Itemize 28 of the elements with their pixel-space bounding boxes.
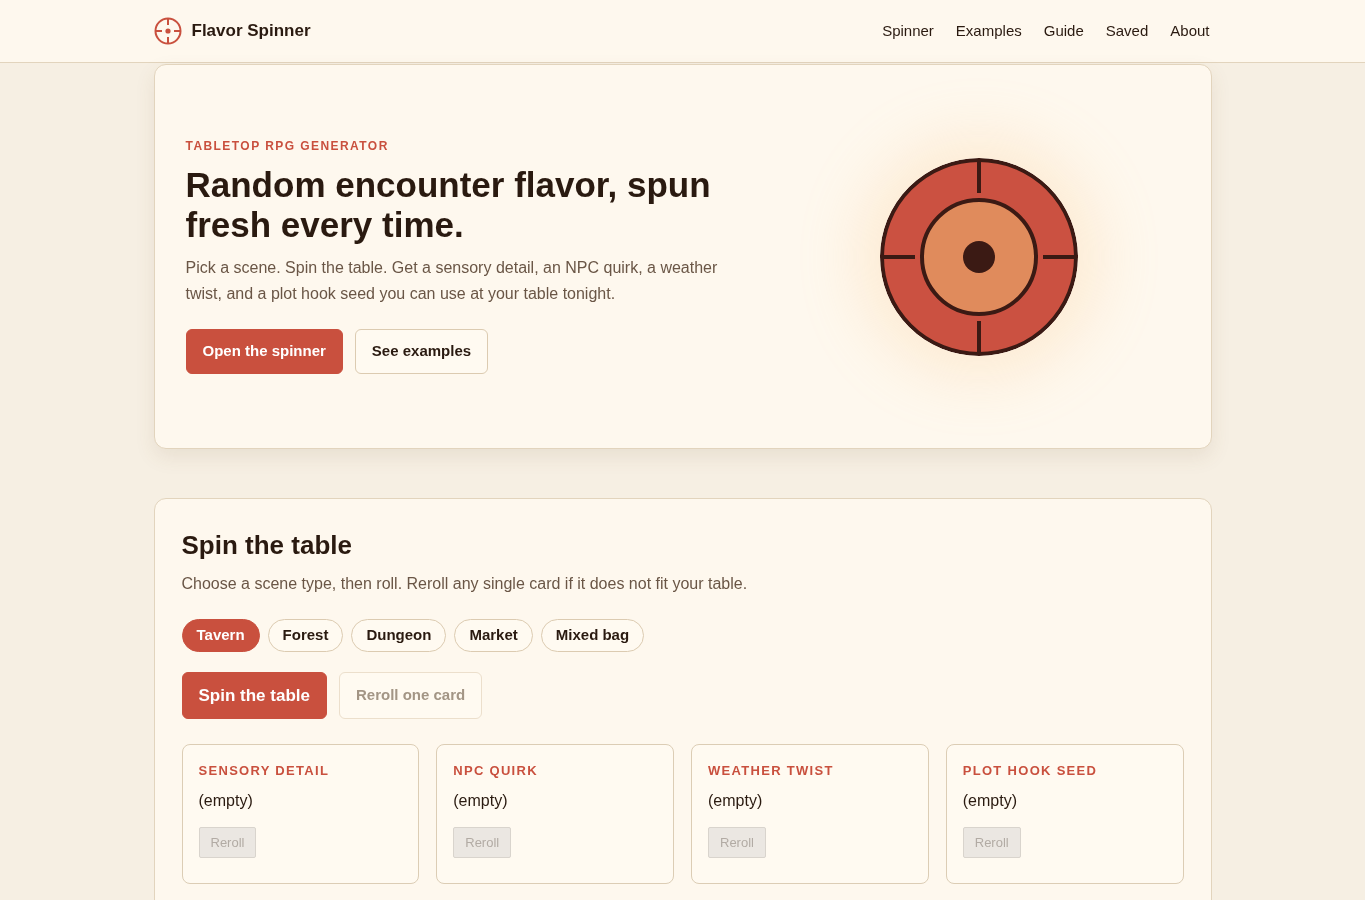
nav-link[interactable]: Spinner bbox=[882, 19, 934, 43]
eyebrow-label: TABLETOP RPG GENERATOR bbox=[185, 138, 390, 155]
card-value: (empty) bbox=[708, 791, 764, 811]
section-title: Spin the table bbox=[181, 529, 353, 561]
section-description: Choose a scene type, then roll. Reroll any single card if it does not fit your table. bbox=[181, 574, 749, 594]
scene-chip[interactable]: Mixed bag bbox=[540, 619, 645, 652]
nav-link[interactable]: Examples bbox=[955, 19, 1022, 43]
hero-title: Random encounter flavor, spun fresh every time. bbox=[185, 165, 712, 245]
card-label: WEATHER TWIST bbox=[708, 763, 835, 779]
card-value: (empty) bbox=[198, 791, 254, 811]
card-label: NPC QUIRK bbox=[453, 763, 539, 779]
card-value: (empty) bbox=[962, 791, 1018, 811]
spin-button[interactable]: Spin the table bbox=[181, 672, 327, 719]
crosshair-logo-icon bbox=[153, 17, 182, 45]
nav-link[interactable]: Guide bbox=[1043, 19, 1084, 43]
brand-name: Flavor Spinner bbox=[191, 20, 311, 43]
hero-description: Pick a scene. Spin the table. Get a sensory detail, an NPC quirk, a weather twist, and a plot hook seed you can use at your table tonight. bbox=[185, 258, 719, 304]
scene-chip[interactable]: Dungeon bbox=[351, 619, 447, 652]
examples-button[interactable]: See examples bbox=[354, 329, 489, 374]
scene-chip[interactable]: Tavern bbox=[181, 619, 260, 652]
card-label: PLOT HOOK SEED bbox=[962, 763, 1099, 779]
open-spinner-button[interactable]: Open the spinner bbox=[185, 329, 343, 374]
card-label: SENSORY DETAIL bbox=[198, 763, 331, 779]
nav-link[interactable]: About bbox=[1170, 19, 1210, 43]
scene-chip[interactable]: Forest bbox=[267, 619, 344, 652]
scene-chip[interactable]: Market bbox=[454, 619, 533, 652]
card-value: (empty) bbox=[453, 791, 509, 811]
nav-link[interactable]: Saved bbox=[1105, 19, 1149, 43]
